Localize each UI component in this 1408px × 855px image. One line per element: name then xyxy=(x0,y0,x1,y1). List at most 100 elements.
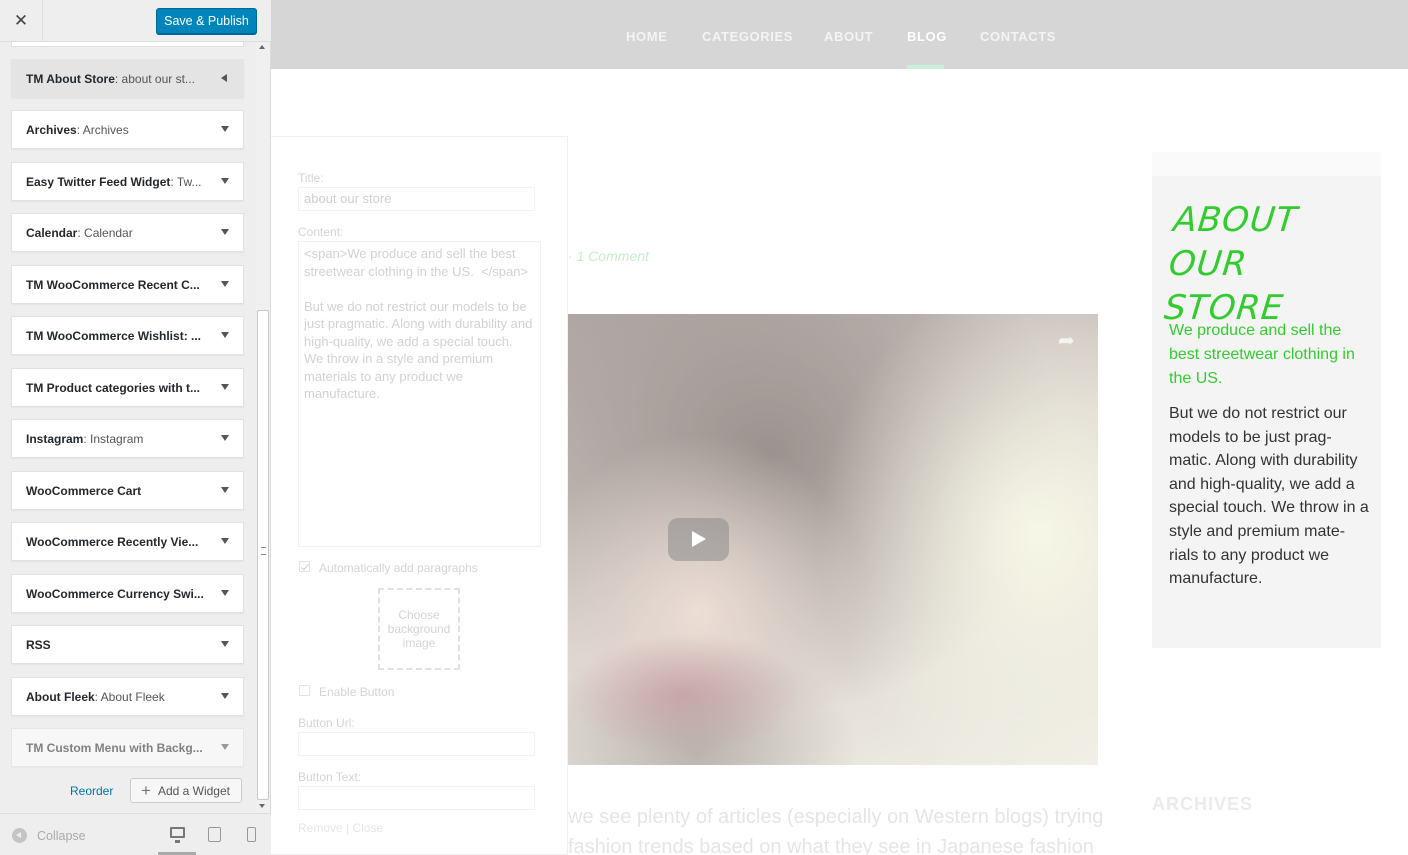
expand-arrow-icon[interactable] xyxy=(221,744,229,750)
expand-arrow-icon[interactable] xyxy=(221,487,229,493)
expand-arrow-icon[interactable] xyxy=(221,435,229,441)
enable-button-label: Enable Button xyxy=(319,685,395,699)
post-video[interactable]: ➦ xyxy=(568,314,1098,765)
widget-list: TM About Store: about our st... Archives… xyxy=(0,42,256,813)
expand-arrow-icon[interactable] xyxy=(221,178,229,184)
site-navigation: HOME CATEGORIES ABOUT BLOG CONTACTS xyxy=(271,0,1408,69)
share-icon[interactable]: ➦ xyxy=(1058,328,1075,353)
widget-item-tm-woocommerce-recent[interactable]: TM WooCommerce Recent C... xyxy=(11,265,244,304)
about-store-lead: We produce and sell the best streetwear … xyxy=(1169,322,1355,387)
choose-background-image-button[interactable]: Choose background image xyxy=(378,588,460,670)
widget-title: About Fleek xyxy=(26,689,95,704)
widget-title: WooCommerce Cart xyxy=(26,483,142,498)
widget-item-tm-custom-menu[interactable]: TM Custom Menu with Backg... xyxy=(11,728,244,767)
button-url-label: Button Url: xyxy=(298,716,355,730)
plus-icon: + xyxy=(141,781,151,800)
title-label: Title: xyxy=(298,171,324,185)
add-widget-button[interactable]: + Add a Widget xyxy=(130,778,242,803)
widget-title: TM About Store xyxy=(26,71,115,86)
customizer-footer: Collapse xyxy=(0,813,271,855)
button-url-input[interactable] xyxy=(298,732,535,756)
widget-item-tm-woocommerce-wishlist[interactable]: TM WooCommerce Wishlist: ... xyxy=(11,316,244,355)
widget-title: TM Product categories with t... xyxy=(26,380,201,395)
site-preview: HOME CATEGORIES ABOUT BLOG CONTACTS · 1 … xyxy=(271,0,1408,855)
expand-arrow-icon[interactable] xyxy=(221,126,229,132)
title-input[interactable]: about our store xyxy=(298,187,535,211)
sidebar-scrollbar[interactable] xyxy=(256,42,270,813)
widget-title: Calendar xyxy=(26,225,78,240)
widget-subtitle: : about our st... xyxy=(114,71,195,86)
expand-arrow-icon[interactable] xyxy=(221,590,229,596)
expand-arrow-icon[interactable] xyxy=(221,332,229,338)
nav-item-categories[interactable]: CATEGORIES xyxy=(702,29,793,44)
save-publish-button[interactable]: Save & Publish xyxy=(156,8,257,34)
active-nav-indicator xyxy=(907,65,944,69)
post-comment-count[interactable]: · 1 Comment xyxy=(568,248,649,264)
widget-item-instagram[interactable]: Instagram: Instagram xyxy=(11,419,244,458)
widget-subtitle: : About Fleek xyxy=(94,689,165,704)
nav-item-about[interactable]: ABOUT xyxy=(824,29,873,44)
auto-paragraphs-checkbox[interactable] xyxy=(299,561,310,572)
button-text-label: Button Text: xyxy=(298,770,362,784)
widget-actions[interactable]: Remove | Close xyxy=(298,821,383,835)
add-widget-label: Add a Widget xyxy=(157,783,230,798)
widget-title: Instagram xyxy=(26,431,84,446)
about-store-widget: ABOUT OUR STORE We produce and sell the … xyxy=(1152,176,1381,648)
widget-item-woocommerce-cart[interactable]: WooCommerce Cart xyxy=(11,471,244,510)
widget-title: TM WooCommerce Wishlist: ... xyxy=(26,328,202,343)
widget-edit-form: Title: about our store Content: <span>We… xyxy=(271,136,568,855)
widget-item-woocommerce-recently-viewed[interactable]: WooCommerce Recently Vie... xyxy=(11,522,244,561)
widget-subtitle: : Instagram xyxy=(83,431,144,446)
widget-title: Easy Twitter Feed Widget xyxy=(26,174,171,189)
reorder-link[interactable]: Reorder xyxy=(70,784,113,798)
widget-item-archives[interactable]: Archives: Archives xyxy=(11,110,244,149)
play-icon[interactable] xyxy=(668,518,729,561)
widget-item-woocommerce-currency-switcher[interactable]: WooCommerce Currency Swi... xyxy=(11,574,244,613)
widget-title: RSS xyxy=(26,637,51,652)
widget-spacer xyxy=(1152,152,1381,176)
widget-subtitle: : Calendar xyxy=(77,225,133,240)
button-text-input[interactable] xyxy=(298,786,535,810)
auto-paragraphs-label: Automatically add paragraphs xyxy=(319,561,478,575)
scrollbar-thumb[interactable] xyxy=(257,310,269,800)
widget-subtitle: : Tw... xyxy=(170,174,202,189)
widget-item-about-fleek[interactable]: About Fleek: About Fleek xyxy=(11,677,244,716)
about-store-title: ABOUT OUR STORE xyxy=(1162,200,1300,328)
collapse-sidebar-button[interactable]: Collapse xyxy=(12,828,86,843)
expand-arrow-icon[interactable] xyxy=(221,641,229,647)
collapse-label: Collapse xyxy=(37,828,86,843)
collapse-arrow-icon[interactable] xyxy=(221,74,227,82)
nav-item-blog[interactable]: BLOG xyxy=(907,29,947,44)
expand-arrow-icon[interactable] xyxy=(221,229,229,235)
widget-title: TM WooCommerce Recent C... xyxy=(26,277,200,292)
previous-widget-edge xyxy=(11,42,244,47)
content-label: Content: xyxy=(298,225,344,239)
widget-item-tm-about-store[interactable]: TM About Store: about our st... xyxy=(11,59,244,98)
close-customizer-button[interactable]: ✕ xyxy=(0,0,43,42)
scroll-up-arrow-icon[interactable] xyxy=(259,45,265,49)
content-textarea[interactable]: <span>We produce and sell the best stree… xyxy=(298,241,541,547)
scroll-down-arrow-icon[interactable] xyxy=(259,804,265,808)
expand-arrow-icon[interactable] xyxy=(221,538,229,544)
customizer-sidebar: ✕ Save & Publish TM About Store: about o… xyxy=(0,0,271,855)
widget-item-rss[interactable]: RSS xyxy=(11,625,244,664)
desktop-preview-icon[interactable] xyxy=(170,827,185,843)
expand-arrow-icon[interactable] xyxy=(221,384,229,390)
nav-item-contacts[interactable]: CONTACTS xyxy=(980,29,1056,44)
widget-title: Archives xyxy=(26,122,77,137)
archives-heading: ARCHIVES xyxy=(1152,794,1254,814)
customizer-header: ✕ Save & Publish xyxy=(0,0,271,42)
enable-button-checkbox[interactable] xyxy=(299,685,310,696)
expand-arrow-icon[interactable] xyxy=(221,281,229,287)
collapse-arrow-icon xyxy=(12,828,27,843)
nav-item-home[interactable]: HOME xyxy=(626,29,667,44)
widget-item-calendar[interactable]: Calendar: Calendar xyxy=(11,213,244,252)
tablet-preview-icon[interactable] xyxy=(208,827,221,842)
widget-item-easy-twitter-feed[interactable]: Easy Twitter Feed Widget: Tw... xyxy=(11,162,244,201)
widget-title: WooCommerce Recently Vie... xyxy=(26,534,199,549)
expand-arrow-icon[interactable] xyxy=(221,693,229,699)
mobile-preview-icon[interactable] xyxy=(247,827,256,842)
widget-item-tm-product-categories[interactable]: TM Product categories with t... xyxy=(11,368,244,407)
about-store-body: But we do not restrict our models to be … xyxy=(1169,405,1369,588)
widget-subtitle: : Archives xyxy=(76,122,129,137)
